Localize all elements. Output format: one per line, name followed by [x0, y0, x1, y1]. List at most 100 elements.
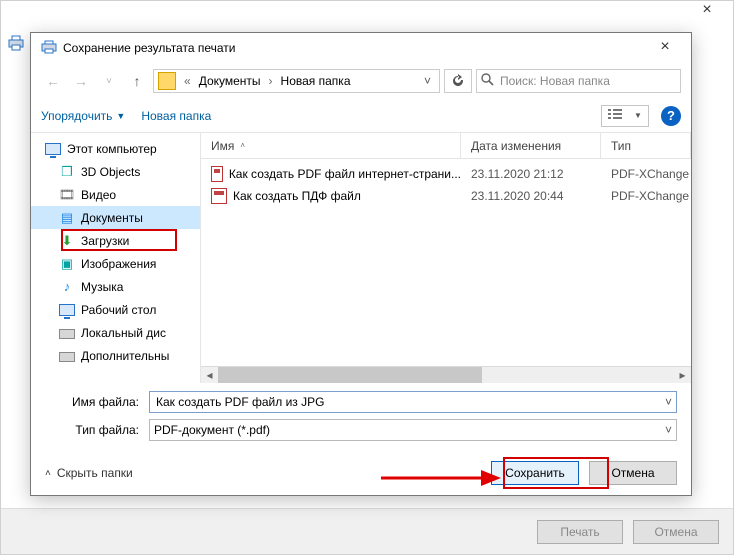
file-date: 23.11.2020 20:44: [461, 189, 601, 203]
nav-item-localdisk[interactable]: Локальный дис: [31, 321, 200, 344]
sort-indicator-icon: ˄: [240, 141, 245, 150]
nav-item-pictures[interactable]: ▣ Изображения: [31, 252, 200, 275]
back-button[interactable]: ←: [41, 69, 65, 93]
file-type: PDF-XChange V: [601, 167, 691, 181]
scroll-right-button[interactable]: ▸: [674, 367, 691, 384]
hide-folders-label: Скрыть папки: [57, 466, 133, 480]
nav-item-3dobjects[interactable]: ❒ 3D Objects: [31, 160, 200, 183]
parent-cancel-button[interactable]: Отмена: [633, 520, 719, 544]
address-bar: ← → ˅ ↑ « Документы › Новая папка ˅ Поис…: [31, 63, 691, 99]
nav-tree: Этот компьютер ❒ 3D Objects 🎞 Видео ▤ До…: [31, 133, 201, 383]
col-type[interactable]: Тип: [601, 133, 691, 158]
annotation-highlight-nav: [61, 229, 177, 251]
filetype-field[interactable]: PDF-документ (*.pdf) ˅: [149, 419, 677, 441]
col-name-label: Имя: [211, 139, 234, 153]
filename-field[interactable]: ˅: [149, 391, 677, 413]
chevron-down-icon[interactable]: ˅: [659, 423, 672, 437]
nav-item-label: Дополнительны: [81, 349, 169, 363]
search-placeholder: Поиск: Новая папка: [500, 74, 610, 88]
film-icon: 🎞: [59, 187, 75, 203]
up-button[interactable]: ↑: [125, 69, 149, 93]
nav-item-documents[interactable]: ▤ Документы: [31, 206, 200, 229]
chevron-up-icon: ˄: [45, 468, 51, 479]
horizontal-scrollbar[interactable]: ◂ ▸: [201, 366, 691, 383]
nav-item-video[interactable]: 🎞 Видео: [31, 183, 200, 206]
nav-item-label: Документы: [81, 211, 143, 225]
close-button[interactable]: ×: [645, 34, 685, 62]
dialog-icon: [41, 40, 57, 57]
dialog-title: Сохранение результата печати: [63, 41, 645, 55]
parent-footer: Печать Отмена: [1, 508, 733, 554]
file-view: Имя ˄ Дата изменения Тип Как создать PDF…: [201, 133, 691, 383]
view-icon: [608, 108, 622, 123]
chevron-right-icon: ›: [267, 74, 275, 88]
col-date[interactable]: Дата изменения: [461, 133, 601, 158]
nav-item-label: Видео: [81, 188, 116, 202]
file-date: 23.11.2020 21:12: [461, 167, 601, 181]
filename-label: Имя файла:: [45, 395, 149, 409]
nav-item-label: Музыка: [81, 280, 123, 294]
titlebar: Сохранение результата печати ×: [31, 33, 691, 63]
document-icon: ▤: [59, 210, 75, 226]
nav-item-desktop[interactable]: Рабочий стол: [31, 298, 200, 321]
col-type-label: Тип: [611, 139, 631, 153]
file-row[interactable]: Как создать PDF файл интернет-страни... …: [201, 163, 691, 185]
nav-item-label: Изображения: [81, 257, 156, 271]
filetype-label: Тип файла:: [45, 423, 149, 437]
file-name: Как создать ПДФ файл: [233, 189, 361, 203]
file-list[interactable]: Как создать PDF файл интернет-страни... …: [201, 159, 691, 366]
nav-item-label: Рабочий стол: [81, 303, 156, 317]
file-name: Как создать PDF файл интернет-страни...: [229, 167, 461, 181]
cube-icon: ❒: [59, 164, 75, 180]
drive-icon: [59, 325, 75, 341]
view-mode-button[interactable]: ▼: [601, 105, 649, 127]
parent-print-button[interactable]: Печать: [537, 520, 623, 544]
drive-icon: [59, 348, 75, 364]
filename-input[interactable]: [154, 394, 659, 410]
help-button[interactable]: ?: [661, 106, 681, 126]
search-input[interactable]: Поиск: Новая папка: [476, 69, 681, 93]
breadcrumb-level2[interactable]: Новая папка: [279, 74, 353, 88]
recent-dropdown[interactable]: ˅: [97, 69, 121, 93]
nav-root-this-pc[interactable]: Этот компьютер: [31, 137, 200, 160]
new-folder-button[interactable]: Новая папка: [141, 109, 211, 123]
desktop-icon: [59, 302, 75, 318]
column-headers: Имя ˄ Дата изменения Тип: [201, 133, 691, 159]
save-button[interactable]: Сохранить: [491, 461, 579, 485]
scroll-left-button[interactable]: ◂: [201, 367, 218, 384]
breadcrumb[interactable]: « Документы › Новая папка ˅: [153, 69, 440, 93]
breadcrumb-level1[interactable]: Документы: [197, 74, 263, 88]
nav-item-extradisk[interactable]: Дополнительны: [31, 344, 200, 367]
dialog-footer: ˄ Скрыть папки Сохранить Отмена: [31, 451, 691, 495]
file-row[interactable]: Как создать ПДФ файл 23.11.2020 20:44 PD…: [201, 185, 691, 207]
pc-icon: [45, 141, 61, 157]
parent-close-button[interactable]: ×: [687, 1, 727, 25]
toolbar: Упорядочить ▼ Новая папка ▼ ?: [31, 99, 691, 133]
music-icon: ♪: [59, 279, 75, 295]
nav-item-label: 3D Objects: [81, 165, 140, 179]
organize-label: Упорядочить: [41, 109, 112, 123]
col-date-label: Дата изменения: [471, 139, 561, 153]
chevron-down-icon: ▼: [634, 111, 642, 120]
nav-item-label: Локальный дис: [81, 326, 166, 340]
forward-button[interactable]: →: [69, 69, 93, 93]
breadcrumb-sep: «: [182, 74, 193, 88]
search-icon: [481, 73, 494, 89]
scroll-thumb[interactable]: [218, 367, 482, 383]
file-type: PDF-XChange V: [601, 189, 691, 203]
chevron-down-icon[interactable]: ˅: [659, 395, 672, 409]
hide-folders-toggle[interactable]: ˄ Скрыть папки: [45, 466, 133, 480]
form-area: Имя файла: ˅ Тип файла: PDF-документ (*.…: [31, 383, 691, 451]
organize-menu[interactable]: Упорядочить ▼: [41, 109, 125, 123]
cancel-button[interactable]: Отмена: [589, 461, 677, 485]
printer-icon: [7, 35, 25, 56]
folder-icon: [158, 72, 176, 90]
nav-item-music[interactable]: ♪ Музыка: [31, 275, 200, 298]
pdf-file-icon: [211, 166, 223, 182]
nav-root-label: Этот компьютер: [67, 142, 157, 156]
refresh-button[interactable]: [444, 69, 472, 93]
chevron-down-icon: ▼: [116, 111, 125, 121]
breadcrumb-drop[interactable]: ˅: [418, 74, 437, 88]
col-name[interactable]: Имя ˄: [201, 133, 461, 158]
save-dialog: Сохранение результата печати × ← → ˅ ↑ «…: [30, 32, 692, 496]
